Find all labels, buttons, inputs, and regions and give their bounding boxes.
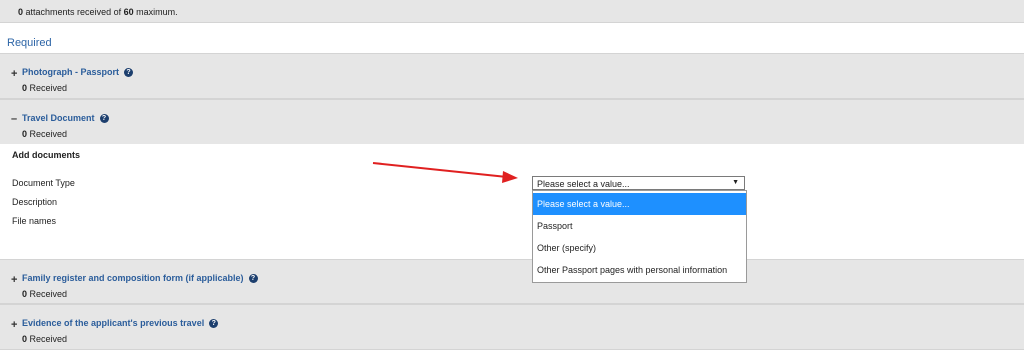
annotation-arrow-icon xyxy=(372,162,518,183)
annotation-arrow-head xyxy=(502,171,518,183)
annotation-arrow-line xyxy=(372,162,508,178)
